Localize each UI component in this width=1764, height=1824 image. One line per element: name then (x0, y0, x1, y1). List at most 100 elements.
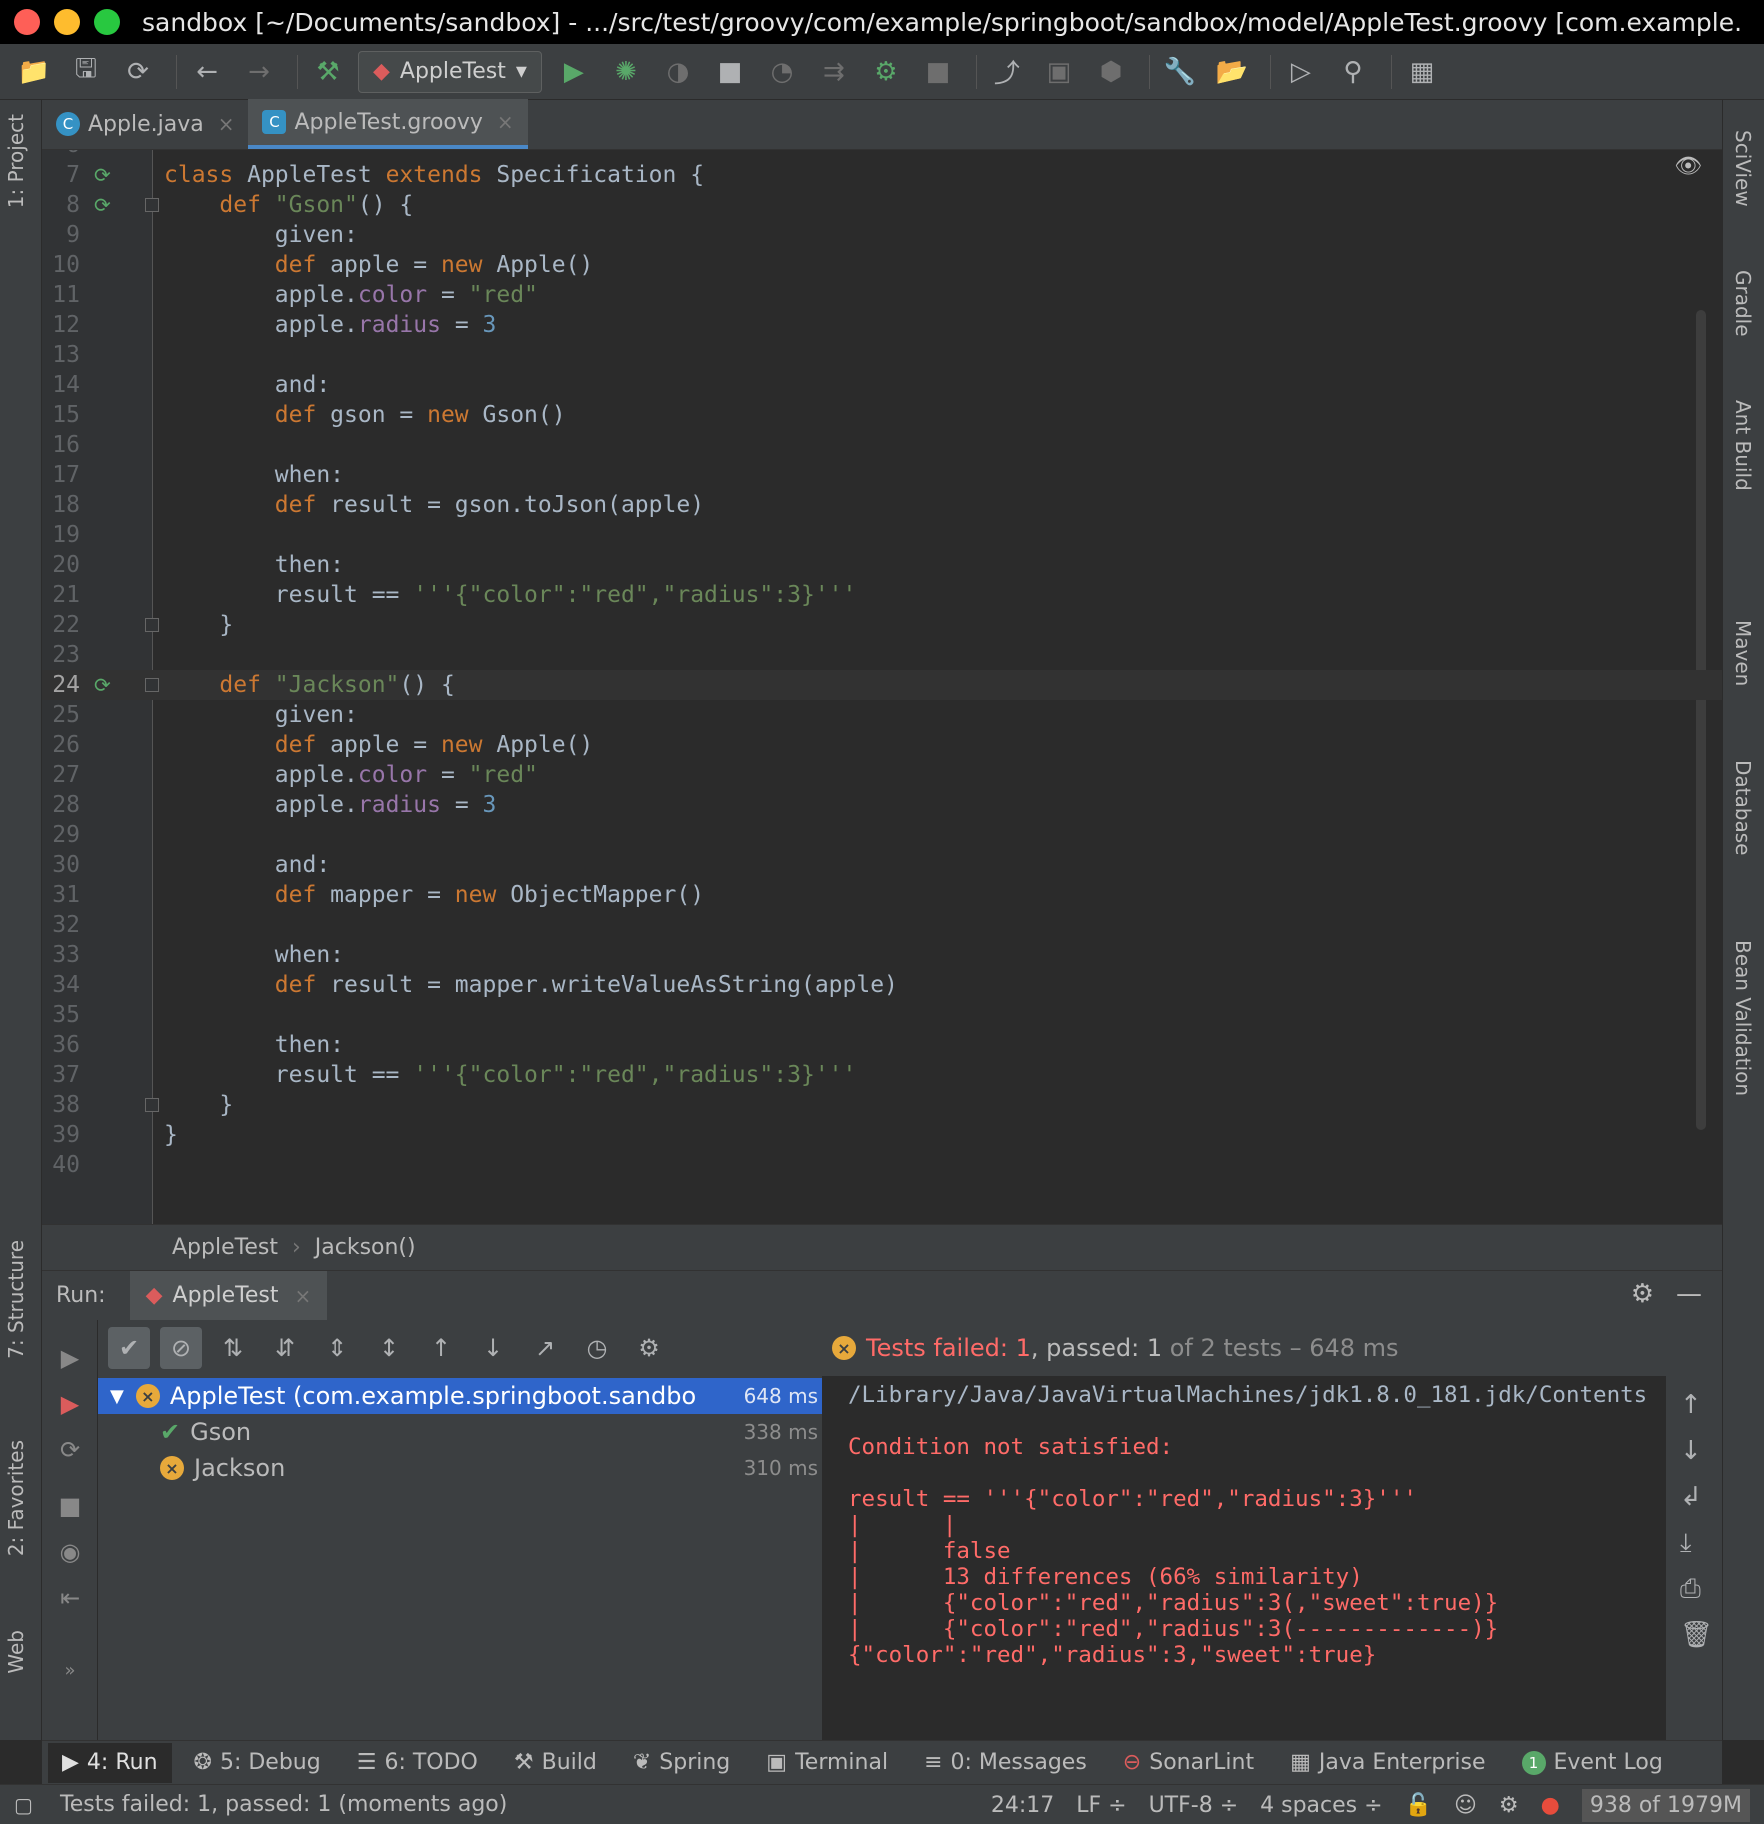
code-line[interactable]: 6 (42, 150, 1722, 160)
code-line[interactable]: 13 (42, 340, 1722, 370)
code-line[interactable]: 12 apple.radius = 3 (42, 310, 1722, 340)
tree-row-appletest[interactable]: ▼ × AppleTest (com.example.springboot.sa… (98, 1378, 822, 1414)
rerun-failed-icon[interactable]: ▶ (56, 1390, 84, 1418)
code-line[interactable]: 26 def apple = new Apple() (42, 730, 1722, 760)
tree-row-gson[interactable]: ✔ Gson 338 ms (98, 1414, 822, 1450)
step-icon[interactable]: ⇉ (812, 50, 856, 94)
file-encoding[interactable]: UTF-8 ÷ (1149, 1793, 1239, 1818)
back-arrow-icon[interactable]: ← (185, 50, 229, 94)
code-line[interactable]: 32 (42, 910, 1722, 940)
lock-icon[interactable]: 🔓 (1405, 1793, 1432, 1818)
gradle-tool-tab[interactable]: Gradle (1731, 270, 1755, 337)
code-line[interactable]: 40 (42, 1150, 1722, 1180)
presentation-icon[interactable]: ▷ (1279, 50, 1323, 94)
code-line[interactable]: 39} (42, 1120, 1722, 1150)
code-line[interactable]: 20 then: (42, 550, 1722, 580)
code-line[interactable]: 14 and: (42, 370, 1722, 400)
forward-arrow-icon[interactable]: → (237, 50, 281, 94)
project-tool-tab[interactable]: 1: Project (4, 114, 28, 208)
code-line[interactable]: 34 def result = mapper.writeValueAsStrin… (42, 970, 1722, 1000)
run-test-gutter-icon[interactable]: ⟳ (94, 670, 111, 700)
tool-tab-6-todo[interactable]: ☰ 6: TODO (343, 1743, 492, 1783)
ant-build-tool-tab[interactable]: Ant Build (1731, 400, 1755, 491)
run-configuration-selector[interactable]: ◆ AppleTest ▾ (358, 50, 542, 93)
stop-icon[interactable]: ■ (56, 1492, 84, 1520)
fold-marker-icon[interactable] (145, 678, 159, 692)
previous-failed-icon[interactable]: ↑ (420, 1327, 462, 1369)
collapse-all-icon[interactable]: ↕ (368, 1327, 410, 1369)
deploy-icon[interactable]: ▣ (1037, 50, 1081, 94)
fold-marker-icon[interactable] (145, 198, 159, 212)
code-line[interactable]: 17 when: (42, 460, 1722, 490)
show-passed-check-icon[interactable]: ✔ (108, 1327, 150, 1369)
gear-icon[interactable]: ⚙ (1631, 1279, 1654, 1309)
show-ignored-icon[interactable]: ⊘ (160, 1327, 202, 1369)
history-clock-icon[interactable]: ◷ (576, 1327, 618, 1369)
print-icon[interactable]: ⎙ (1680, 1574, 1701, 1605)
code-line[interactable]: 27 apple.color = "red" (42, 760, 1722, 790)
code-line[interactable]: 35 (42, 1000, 1722, 1030)
toggle-auto-test-icon[interactable]: ⟳ (56, 1436, 84, 1464)
open-folder-icon[interactable]: 📁 (12, 50, 56, 94)
database-tool-tab[interactable]: Database (1731, 760, 1755, 855)
save-icon[interactable]: 🖫 (64, 50, 108, 94)
scroll-to-end-icon[interactable]: ⤓ (1680, 1528, 1692, 1559)
bean-validation-tool-tab[interactable]: Bean Validation (1731, 940, 1755, 1096)
code-line[interactable]: 24 ⟳ def "Jackson"() { (42, 670, 1722, 700)
fold-marker-icon[interactable] (145, 618, 159, 632)
sync-icon[interactable]: ⟳ (116, 50, 160, 94)
structure-tool-tab[interactable]: 7: Structure (4, 1240, 28, 1359)
code-line[interactable]: 29 (42, 820, 1722, 850)
tool-tab-terminal[interactable]: ▣ Terminal (752, 1743, 902, 1783)
code-line[interactable]: 36 then: (42, 1030, 1722, 1060)
search-icon[interactable]: ⚲ (1331, 50, 1375, 94)
run-with-coverage-icon[interactable]: ■ (708, 50, 752, 94)
gradle-refresh-icon[interactable]: ⤴ (985, 50, 1029, 94)
run-tab-appletest[interactable]: ◆ AppleTest × (129, 1270, 328, 1321)
layout-icon[interactable]: ▦ (1400, 50, 1444, 94)
fold-marker-icon[interactable] (145, 1098, 159, 1112)
gear-icon[interactable]: ⚙ (628, 1327, 670, 1369)
maven-tool-tab[interactable]: Maven (1731, 620, 1755, 686)
window-maximize-button[interactable] (94, 9, 120, 35)
error-icon[interactable]: ● (1541, 1793, 1560, 1818)
breadcrumb-method[interactable]: Jackson() (315, 1235, 416, 1260)
code-line[interactable]: 28 apple.radius = 3 (42, 790, 1722, 820)
caret-position[interactable]: 24:17 (991, 1793, 1054, 1818)
test-console-output[interactable]: /Library/Java/JavaVirtualMachines/jdk1.8… (822, 1376, 1666, 1740)
tool-tab-build[interactable]: ⚒ Build (500, 1743, 611, 1783)
code-line[interactable]: 10 def apple = new Apple() (42, 250, 1722, 280)
code-line[interactable]: 37 result == '''{"color":"red","radius":… (42, 1060, 1722, 1090)
export-icon[interactable]: ↗ (524, 1327, 566, 1369)
sort-duration-icon[interactable]: ⇵ (264, 1327, 306, 1369)
tool-tab-sonarlint[interactable]: ⊖ SonarLint (1109, 1743, 1268, 1783)
scroll-up-icon[interactable]: ↑ (1680, 1390, 1702, 1420)
coverage-icon[interactable]: ◑ (656, 50, 700, 94)
more-icon[interactable]: » (56, 1660, 84, 1688)
module-icon[interactable]: ⬢ (1089, 50, 1133, 94)
code-line[interactable]: 30 and: (42, 850, 1722, 880)
code-line[interactable]: 23 (42, 640, 1722, 670)
tool-tab-5-debug[interactable]: ❂ 5: Debug (180, 1743, 335, 1783)
run-icon[interactable]: ▶ (552, 50, 596, 94)
import-icon[interactable]: ⇤ (56, 1584, 84, 1612)
code-line[interactable]: 16 (42, 430, 1722, 460)
project-structure-icon[interactable]: 📂 (1210, 50, 1254, 94)
code-line[interactable]: 33 when: (42, 940, 1722, 970)
inspector-icon[interactable]: ☺ (1454, 1793, 1477, 1818)
tool-tab-java-enterprise[interactable]: ▦ Java Enterprise (1276, 1743, 1499, 1783)
sciview-tool-tab[interactable]: SciView (1731, 130, 1755, 207)
code-line[interactable]: 19 (42, 520, 1722, 550)
soft-wrap-icon[interactable]: ↲ (1680, 1482, 1702, 1512)
editor-tab-appletest-groovy[interactable]: C AppleTest.groovy × (248, 99, 528, 149)
code-line[interactable]: 31 def mapper = new ObjectMapper() (42, 880, 1722, 910)
trash-icon[interactable]: 🗑 (1680, 1620, 1713, 1650)
code-line[interactable]: 9 given: (42, 220, 1722, 250)
tree-row-jackson[interactable]: × Jackson 310 ms (98, 1450, 822, 1486)
memory-indicator[interactable]: 938 of 1979M (1581, 1788, 1750, 1822)
build-hammer-icon[interactable]: ⚒ (306, 50, 350, 94)
tool-tab-4-run[interactable]: ▶ 4: Run (48, 1742, 172, 1783)
code-line[interactable]: 8 ⟳ def "Gson"() { (42, 190, 1722, 220)
close-icon[interactable]: × (294, 1284, 311, 1308)
next-failed-icon[interactable]: ↓ (472, 1327, 514, 1369)
